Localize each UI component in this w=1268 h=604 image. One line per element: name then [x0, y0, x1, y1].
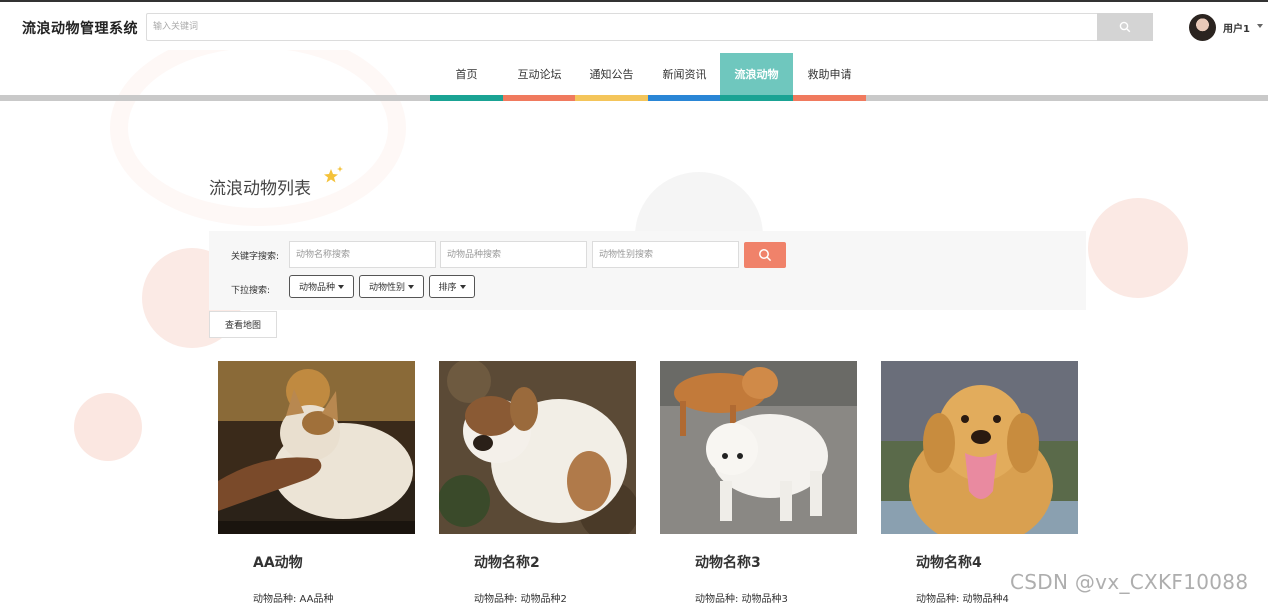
sort-dropdown[interactable]: 排序	[429, 275, 475, 298]
nav-color-bar	[430, 95, 503, 101]
caret-down-icon	[459, 284, 466, 289]
nav-label: 通知公告	[589, 68, 634, 81]
dropdown-label: 动物性别	[368, 283, 405, 293]
nav-item-forum[interactable]: 互动论坛	[503, 53, 576, 101]
nav-item-notice[interactable]: 通知公告	[575, 53, 648, 101]
nav-item-rescue-apply[interactable]: 救助申请	[793, 53, 866, 101]
page-title: 流浪动物列表	[209, 179, 311, 199]
breed-dropdown[interactable]: 动物品种	[289, 275, 354, 298]
site-brand[interactable]: 流浪动物管理系统	[22, 18, 138, 38]
animal-name: 动物名称2	[474, 555, 540, 571]
dropdown-label: 排序	[438, 283, 457, 293]
search-icon	[759, 249, 772, 262]
animal-breed: 动物品种: AA品种	[253, 594, 334, 604]
nav-color-bar	[793, 95, 866, 101]
nav-label: 新闻资讯	[662, 68, 707, 81]
star-icon	[324, 166, 343, 183]
animal-image	[439, 361, 636, 534]
animal-name: AA动物	[253, 555, 303, 571]
filter-search-button[interactable]	[744, 242, 786, 268]
nav-label: 救助申请	[807, 68, 852, 81]
chevron-down-icon[interactable]	[1257, 24, 1263, 28]
animal-card[interactable]: 动物名称2 动物品种: 动物品种2	[439, 361, 636, 604]
view-map-button[interactable]: 查看地图	[209, 311, 277, 338]
top-bar: 流浪动物管理系统 用户1	[0, 0, 1268, 50]
animal-image	[218, 361, 415, 534]
animal-image	[660, 361, 857, 534]
nav-item-home[interactable]: 首页	[430, 53, 503, 101]
nav-color-bar	[648, 95, 721, 101]
nav-label: 首页	[455, 68, 478, 81]
animal-breed: 动物品种: 动物品种3	[695, 594, 788, 604]
dropdown-search-label: 下拉搜索:	[231, 286, 271, 296]
search-icon	[1119, 21, 1131, 33]
nav-label: 互动论坛	[517, 68, 562, 81]
search-button[interactable]	[1097, 13, 1153, 41]
nav-item-stray-animals[interactable]: 流浪动物	[720, 53, 793, 101]
animal-breed: 动物品种: 动物品种2	[474, 594, 567, 604]
animal-card[interactable]: 动物名称4 动物品种: 动物品种4	[881, 361, 1078, 604]
decor-circle	[74, 393, 142, 461]
nav-color-bar	[575, 95, 648, 101]
global-search	[146, 13, 1153, 41]
animal-name: 动物名称4	[916, 555, 982, 571]
animal-image	[881, 361, 1078, 534]
animal-name-input[interactable]	[289, 241, 436, 268]
animal-breed: 动物品种: 动物品种4	[916, 594, 1009, 604]
animal-breed-input[interactable]	[440, 241, 587, 268]
animal-card[interactable]: AA动物 动物品种: AA品种	[218, 361, 415, 604]
search-input[interactable]	[147, 14, 1109, 40]
caret-down-icon	[408, 284, 414, 289]
decor-circle	[1088, 198, 1188, 298]
watermark: CSDN @vx_CXKF10088	[1010, 570, 1249, 594]
keyword-search-label: 关键字搜索:	[231, 252, 280, 262]
caret-down-icon	[338, 284, 344, 289]
dropdown-label: 动物品种	[298, 283, 335, 293]
nav-label: 流浪动物	[734, 68, 779, 81]
avatar[interactable]	[1189, 14, 1216, 41]
user-name[interactable]: 用户1	[1223, 20, 1250, 35]
nav-item-news[interactable]: 新闻资讯	[648, 53, 721, 101]
animal-gender-input[interactable]	[592, 241, 739, 268]
gender-dropdown[interactable]: 动物性别	[359, 275, 424, 298]
animal-card[interactable]: 动物名称3 动物品种: 动物品种3	[660, 361, 857, 604]
nav-color-bar	[503, 95, 576, 101]
animal-name: 动物名称3	[695, 555, 761, 571]
nav-color-bar	[720, 95, 793, 101]
